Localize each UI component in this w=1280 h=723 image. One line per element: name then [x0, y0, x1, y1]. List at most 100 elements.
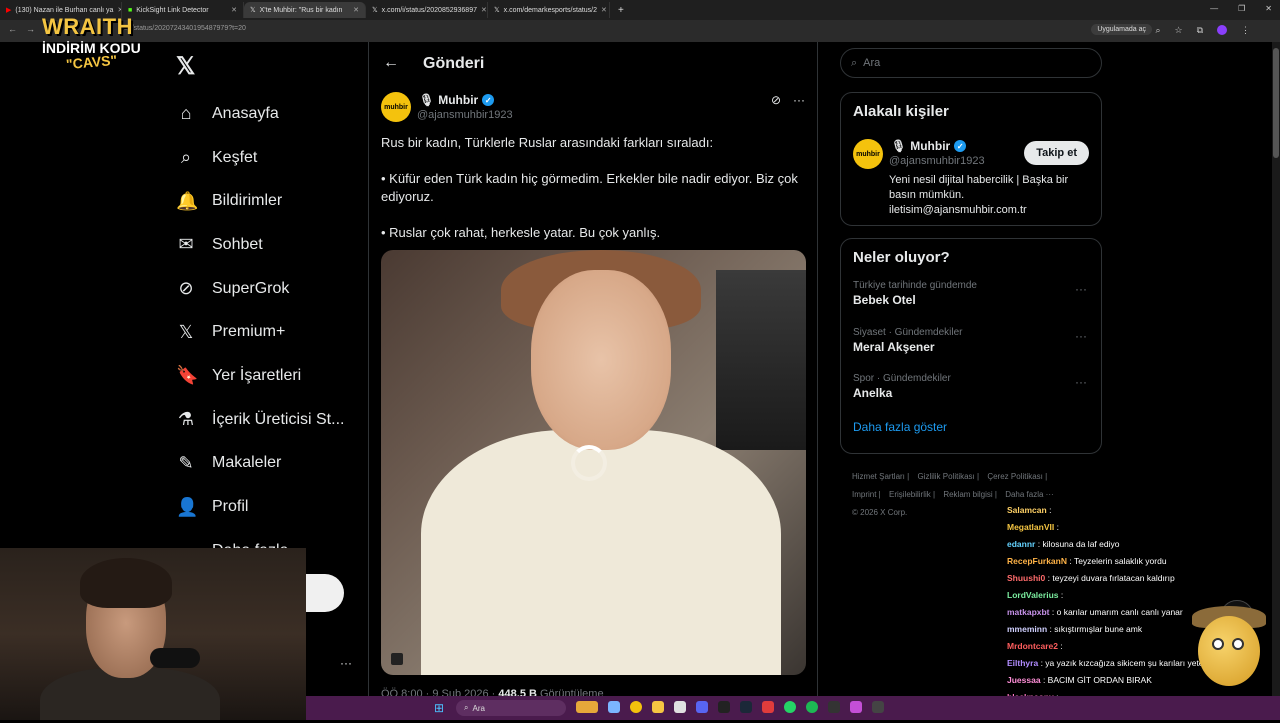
zoom-icon[interactable]: ⌕ [1155, 25, 1160, 37]
sidebar-item-creator-studio[interactable]: ⚗ İçerik Üreticisi St... [176, 398, 366, 442]
tweet-line: • Ruslar çok rahat, herkesle yatar. Bu ç… [381, 225, 661, 240]
chat-message: Shuushi0 : teyzeyi duvara fırlatacan kal… [1007, 573, 1175, 583]
footer-link[interactable]: Daha fazla ··· [1005, 490, 1053, 499]
discord-icon[interactable] [696, 701, 708, 713]
browser-tab-active[interactable]: 𝕏 X'te Muhbir: "Rus bir kadın ✕ [244, 2, 366, 18]
browser-tab[interactable]: 𝕏x.com/demarkesports/status/2 ✕ [488, 2, 610, 18]
new-tab-button[interactable]: + [610, 5, 632, 16]
chat-message: MegatlanVII : [1007, 522, 1059, 532]
close-window-icon[interactable]: ✕ [1265, 4, 1272, 13]
browser-tab[interactable]: 𝕏x.com/i/status/2020852936897 ✕ [366, 2, 488, 18]
emoji-eye [1232, 638, 1244, 650]
footer-link[interactable]: Reklam bilgisi | [943, 490, 997, 499]
mail-icon: ✉ [178, 234, 194, 255]
chrome-icon[interactable] [630, 701, 642, 713]
taskbar-search[interactable]: ⌕ Ara [456, 700, 566, 716]
post-button-partial[interactable] [306, 574, 344, 612]
back-nav-icon[interactable]: ← [8, 24, 17, 34]
sidebar-item-supergrok[interactable]: ⊘ SuperGrok [176, 267, 366, 311]
video-control-button[interactable] [391, 653, 403, 665]
show-more-link[interactable]: Daha fazla göster [841, 416, 1101, 438]
more-options-icon[interactable]: ··· [793, 93, 805, 107]
scrollbar-thumb[interactable] [1273, 48, 1279, 158]
maximize-icon[interactable]: ❐ [1238, 4, 1245, 13]
grok-icon[interactable]: ⊘ [771, 93, 781, 107]
footer-link[interactable]: Imprint | [852, 490, 881, 499]
emoji-eye [1212, 638, 1224, 650]
trend-item[interactable]: Spor · Gündemdekiler Anelka ··· [841, 369, 1101, 416]
search-input[interactable]: ⌕ Ara [840, 48, 1102, 78]
minimize-icon[interactable]: — [1210, 4, 1218, 13]
trend-item[interactable]: Siyaset · Gündemdekiler Meral Akşener ··… [841, 323, 1101, 370]
video-player[interactable] [381, 250, 806, 675]
verified-badge-icon: ✓ [482, 94, 495, 106]
more-options-icon[interactable]: ··· [1075, 329, 1087, 343]
sidebar-item-profile[interactable]: 👤 Profil [176, 485, 366, 529]
profile-icon[interactable] [1217, 25, 1227, 37]
footer-link[interactable]: Erişilebilirlik | [889, 490, 935, 499]
steam-icon[interactable] [740, 701, 752, 713]
spotify-icon[interactable] [806, 701, 818, 713]
close-tab-icon[interactable]: ✕ [231, 6, 237, 14]
streamer-hair [80, 558, 172, 608]
app-icon[interactable] [762, 701, 774, 713]
menu-icon[interactable]: ⋮ [1241, 25, 1250, 37]
trend-item[interactable]: Türkiye tarihinde gündemde Bebek Otel ··… [841, 276, 1101, 323]
windows-start-icon[interactable]: ⊞ [434, 701, 444, 715]
folder-icon[interactable] [652, 701, 664, 713]
app-icon[interactable] [674, 701, 686, 713]
footer-link[interactable]: Gizlilik Politikası | [917, 472, 979, 481]
video-person-face [531, 270, 671, 450]
back-arrow-icon[interactable]: ← [383, 54, 399, 72]
close-tab-icon[interactable]: ✕ [481, 6, 487, 14]
tweet-line: Rus bir kadın, Türklerle Ruslar arasında… [381, 135, 714, 150]
account-more-icon[interactable]: ··· [340, 656, 352, 670]
footer-link[interactable]: Çerez Politikası | [987, 472, 1047, 481]
sidebar-item-explore[interactable]: ⌕ Keşfet [176, 136, 366, 180]
chat-message: edannr : kilosuna da laf ediyo [1007, 539, 1120, 549]
sidebar-item-bookmarks[interactable]: 🔖 Yer İşaretleri [176, 354, 366, 398]
avatar[interactable]: muhbir [381, 92, 411, 122]
follow-button[interactable]: Takip et [1024, 141, 1089, 165]
author-handle[interactable]: @ajansmuhbir1923 [417, 109, 513, 121]
browser-tab[interactable]: ■ KickSight Link Detector ✕ [122, 2, 244, 18]
app-icon[interactable] [718, 701, 730, 713]
more-options-icon[interactable]: ··· [1075, 282, 1087, 296]
footer-link[interactable]: Hizmet Şartları | [852, 472, 909, 481]
forward-nav-icon[interactable]: → [26, 24, 35, 34]
user-handle[interactable]: @ajansmuhbir1923 [889, 155, 985, 167]
more-options-icon[interactable]: ··· [1075, 375, 1087, 389]
close-tab-icon[interactable]: ✕ [353, 6, 359, 14]
app-icon[interactable] [828, 701, 840, 713]
app-icon[interactable] [576, 701, 598, 713]
open-in-app-button[interactable]: Uygulamada aç [1091, 24, 1152, 35]
sidebar-item-home[interactable]: ⌂ Anasayfa [176, 92, 366, 136]
avatar[interactable]: muhbir [853, 139, 883, 169]
close-tab-icon[interactable]: ✕ [601, 6, 607, 14]
copyright: © 2026 X Corp. [852, 508, 908, 517]
search-icon: ⌕ [180, 147, 192, 168]
sidebar-item-notifications[interactable]: 🔔 Bildirimler [176, 179, 366, 223]
extensions-icon[interactable]: ⧉ [1197, 25, 1203, 37]
x-tab-icon: 𝕏 [372, 7, 378, 14]
x-logo-icon[interactable]: 𝕏 [176, 52, 195, 81]
taskbar-app-icons [576, 701, 884, 713]
whatsapp-icon[interactable] [784, 701, 796, 713]
copilot-icon[interactable] [608, 701, 620, 713]
user-name[interactable]: 🎙 Muhbir ✓ [891, 139, 967, 153]
author-name[interactable]: 🎙 Muhbir ✓ [419, 93, 495, 107]
sidebar-item-messages[interactable]: ✉ Sohbet [176, 223, 366, 267]
chat-message: Salamcan : [1007, 505, 1052, 515]
article-icon: ✎ [178, 452, 194, 473]
star-icon[interactable]: ☆ [1174, 25, 1182, 37]
flask-icon: ⚗ [177, 409, 195, 430]
search-icon: ⌕ [464, 703, 469, 712]
chat-message: RecepFurkanN : Teyzelerin salaklık yordu [1007, 556, 1167, 566]
sidebar-item-articles[interactable]: ✎ Makaleler [176, 442, 366, 486]
sidebar-nav: ⌂ Anasayfa ⌕ Keşfet 🔔 Bildirimler ✉ Sohbet ⊘… [176, 92, 366, 573]
app-icon[interactable] [872, 701, 884, 713]
microphone-icon: 🎙 [419, 93, 435, 107]
app-icon[interactable] [850, 701, 862, 713]
sidebar-item-premium[interactable]: 𝕏 Premium+ [176, 310, 366, 354]
url-text[interactable]: 923/status/2020724340195487979?t=20 [120, 25, 246, 32]
